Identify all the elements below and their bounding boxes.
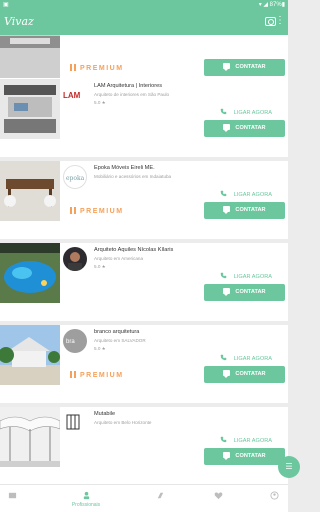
professional-card[interactable]: Arquiteto Aquiles Nícolas Kílaris Arquit… <box>0 243 288 321</box>
call-now-button[interactable]: LIGAR AGORA <box>220 436 272 444</box>
rating: 5.0 ★ <box>94 346 106 351</box>
professional-card[interactable]: bra branco arquitetura Arquiteto em SALV… <box>0 325 288 403</box>
professional-category: Arquiteto em Belo Horizonte <box>94 420 152 425</box>
company-logo-text: epoka <box>66 175 85 182</box>
status-bar: ▣ ▾ ◢ 87%▮ <box>0 0 288 9</box>
premium-badge: PREMIUM <box>70 371 124 379</box>
tab-favorites[interactable] <box>198 491 238 500</box>
professionals-list[interactable]: PREMIUM CONTATAR LAM LAM Arquitetura | I… <box>0 35 288 484</box>
heart-icon <box>214 492 222 500</box>
professional-name[interactable]: branco arquitetura <box>94 329 139 335</box>
chat-icon <box>223 206 231 214</box>
rating: 5.0 ★ <box>94 264 106 269</box>
company-logo-text: LAM <box>63 91 81 100</box>
phone-icon <box>220 354 227 361</box>
professional-name[interactable]: Epoka Móveis Eireli ME. <box>94 165 155 171</box>
profile-avatar <box>63 247 87 271</box>
professional-card[interactable]: epoka Epoka Móveis Eireli ME. Mobiliário… <box>0 161 288 239</box>
project-photo[interactable] <box>0 243 60 303</box>
call-now-button[interactable]: LIGAR AGORA <box>220 354 272 362</box>
professional-card[interactable]: Mutabile Arquiteto em Belo Horizonte LIG… <box>0 407 288 484</box>
app-logo[interactable]: Vivaz <box>4 15 34 28</box>
project-photo[interactable] <box>0 35 60 78</box>
company-logo-text: bra <box>66 339 75 345</box>
company-logo: bra <box>63 329 87 353</box>
professional-category: Mobiliário e acessórios em Indaiatuba <box>94 174 172 179</box>
app-bar: Vivaz ⋮ <box>0 9 288 35</box>
contact-button[interactable]: CONTATAR <box>204 284 285 301</box>
tab-profile[interactable] <box>254 491 294 500</box>
company-logo <box>63 411 87 435</box>
android-icon: ▣ <box>3 2 9 8</box>
tab-professionals-label: Profissionais <box>71 502 101 508</box>
bottom-nav: Profissionais <box>0 484 288 512</box>
phone-icon <box>220 108 227 115</box>
chat-icon <box>223 63 231 71</box>
contact-button[interactable]: CONTATAR <box>204 120 285 137</box>
user-circle-icon <box>269 491 279 500</box>
professional-category: Arquiteto em SALVADOR <box>94 338 146 343</box>
call-now-button[interactable]: LIGAR AGORA <box>220 272 272 280</box>
project-photo[interactable] <box>0 79 60 139</box>
status-indicators: ▾ ◢ 87%▮ <box>258 2 285 8</box>
company-logo: LAM <box>63 83 87 107</box>
professional-card[interactable]: LAM LAM Arquitetura | Interiores Arquite… <box>0 79 288 157</box>
tab-professionals[interactable]: Profissionais <box>66 491 106 508</box>
more-vertical-icon[interactable]: ⋮ <box>275 16 285 26</box>
book-icon <box>157 492 163 499</box>
professional-name[interactable]: Mutabile <box>94 411 115 417</box>
company-logo: epoka <box>63 165 87 189</box>
chat-icon <box>223 370 231 378</box>
tab-ideas[interactable] <box>140 491 180 500</box>
call-now-button[interactable]: LIGAR AGORA <box>220 108 272 116</box>
professional-category: Arquiteto em Americana <box>94 256 144 261</box>
photo-icon <box>8 492 16 499</box>
chat-icon <box>223 288 231 296</box>
filter-fab[interactable]: ☰ <box>278 456 300 478</box>
professional-name[interactable]: LAM Arquitetura | Interiores <box>94 83 162 89</box>
phone-icon <box>220 190 227 197</box>
contact-button[interactable]: CONTATAR <box>204 59 285 76</box>
professional-name[interactable]: Arquiteto Aquiles Nícolas Kílaris <box>94 247 173 253</box>
project-photo[interactable] <box>0 325 60 385</box>
chat-icon <box>223 124 231 132</box>
phone-icon <box>220 436 227 443</box>
tab-photos[interactable] <box>0 491 32 500</box>
contact-button[interactable]: CONTATAR <box>204 366 285 383</box>
project-photo[interactable] <box>0 161 60 221</box>
contact-button[interactable]: CONTATAR <box>204 202 285 219</box>
premium-badge: PREMIUM <box>70 207 124 215</box>
contact-button[interactable]: CONTATAR <box>204 448 285 465</box>
phone-icon <box>220 272 227 279</box>
rating: 5.0 ★ <box>94 100 106 105</box>
project-photo[interactable] <box>0 407 60 467</box>
call-now-button[interactable]: LIGAR AGORA <box>220 190 272 198</box>
professional-category: Arquiteto de interiores em São Paulo <box>94 92 170 97</box>
chat-icon <box>223 452 231 460</box>
premium-badge: PREMIUM <box>70 64 124 72</box>
person-icon <box>83 491 89 500</box>
